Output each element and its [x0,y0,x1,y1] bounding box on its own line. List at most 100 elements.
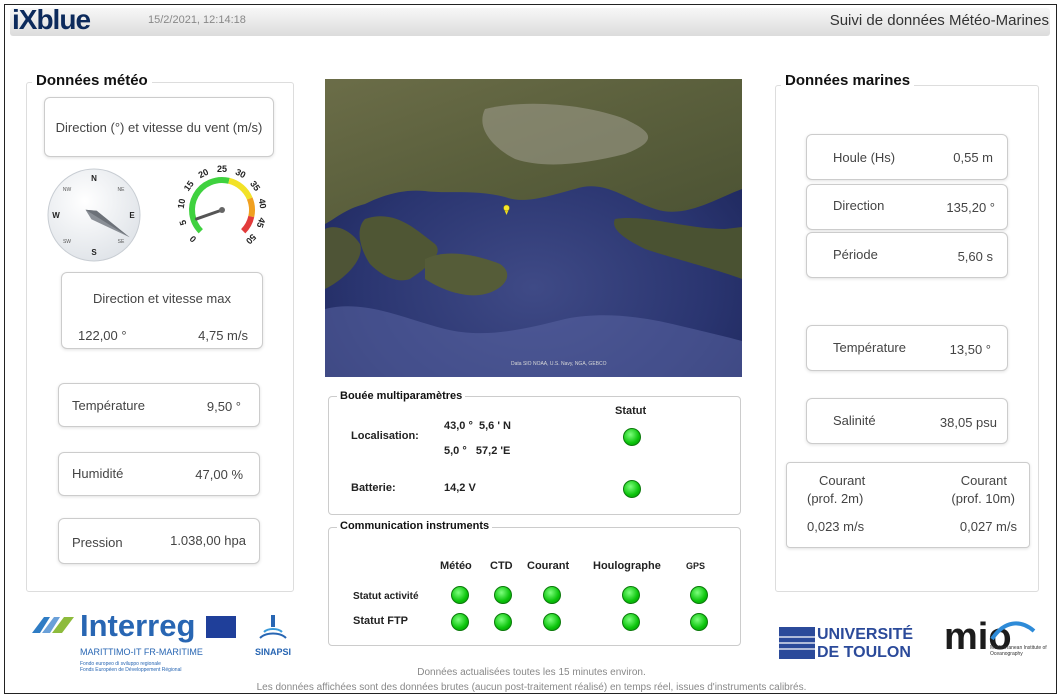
led-ftp-courant [543,613,561,631]
direction-box: Direction 135,20 ° [806,184,1008,230]
wind-label: Direction (°) et vitesse du vent (m/s) [55,120,263,135]
compass-w: W [52,211,60,220]
gauge-needle-line [195,208,224,221]
comm-col-ctd: CTD [490,560,513,572]
comm-col-courant: Courant [527,560,570,572]
wind-speed-gauge: 05 10 1520 25 3035 40 45 50 [176,164,268,246]
gauge-tick-5: 5 [177,219,188,227]
gauge-band-3 [240,215,255,234]
marine-title: Données marines [781,72,915,89]
gauge-band-1 [228,177,253,200]
gauge-band-0 [189,177,230,234]
courant-10m-label2: (prof. 10m) [951,491,1015,506]
datetime: 15/2/2021, 12:14:18 [148,14,246,26]
pressure-box: Pression 1.038,00 hpa [58,518,260,564]
univ-toulon-line1: UNIVERSITÉ [817,626,914,643]
compass-e: E [129,211,135,220]
compass-nw: NW [63,187,72,193]
buoy-latitude: 43,0 ° 5,6 ' N [444,420,511,432]
map-credit: Data SIO NOAA, U.S. Navy, NGA, GEBCO [511,361,607,367]
salinite-label: Salinité [833,413,876,428]
gauge-tick-30: 30 [234,167,247,180]
led-activite-gps [690,586,708,604]
temperature-value: 9,50 ° [206,399,241,414]
pressure-value: 1.038,00 hpa [170,533,246,548]
app-title: Suivi de données Météo-Marines [829,12,1049,29]
comm-panel [328,527,741,646]
wind-compass: N S E W NE NW SE SW [47,168,141,262]
eu-flag-icon [206,616,236,638]
comm-col-meteo: Météo [440,560,472,572]
marine-temp-value: 13,50 ° [949,342,991,357]
led-activite-houlographe [622,586,640,604]
temperature-box: Température 9,50 ° [58,383,260,427]
marine-temp-label: Température [833,340,906,355]
houle-box: Houle (Hs) 0,55 m [806,134,1008,180]
compass-s: S [91,248,97,257]
mio-wave-icon [990,621,1036,641]
mio-subtitle: Mediterranean Institute of Oceanography [990,645,1047,657]
gauge-tick-25: 25 [217,164,227,174]
wind-label-box: Direction (°) et vitesse du vent (m/s) [44,97,274,157]
compass-ne: NE [118,187,126,193]
courant-2m-label1: Courant [819,473,866,488]
meteo-title: Données météo [32,72,152,89]
max-box: Direction et vitesse max 122,00 ° 4,75 m… [61,272,263,349]
max-direction: 122,00 ° [78,328,127,343]
periode-value: 5,60 s [957,249,993,264]
gauge-tick-20: 20 [197,167,210,180]
compass-sw: SW [63,239,71,245]
led-activite-meteo [451,586,469,604]
max-label: Direction et vitesse max [93,291,231,306]
gauge-band-2 [246,197,255,218]
interreg-subtitle: MARITTIMO-IT FR-MARITIME [80,647,203,657]
compass-n: N [91,174,97,183]
footer-raw-data-note: Les données affichées sont des données b… [256,682,807,693]
buoy-title: Bouée multiparamètres [337,390,466,402]
comm-col-gps: GPS [686,561,706,571]
led-ftp-ctd [494,613,512,631]
gauge-tick-0: 0 [188,234,199,245]
periode-box: Période 5,60 s [806,232,1008,278]
buoy-longitude: 5,0 ° 57,2 'E [444,445,511,457]
gauge-tick-10: 10 [176,198,187,209]
courant-box: Courant (prof. 2m) 0,023 m/s Courant (pr… [786,462,1030,548]
buoy-location-status-led [623,428,641,446]
gauge-tick-35: 35 [248,179,262,193]
gauge-needle [195,207,225,221]
gauge-needle-hub [219,207,225,213]
periode-label: Période [833,247,878,262]
gauge-tick-45: 45 [255,216,268,229]
courant-10m-label1: Courant [960,473,1007,488]
comm-row-ftp: Statut FTP [353,615,408,627]
comm-title: Communication instruments [337,520,493,532]
led-activite-courant [543,586,561,604]
humidity-box: Humidité 47,00 % [58,452,260,496]
footer-update-note: Données actualisées toutes les 15 minute… [417,667,646,678]
sinapsi-logo: SINAPSI [255,647,292,657]
buoy-status-label: Statut [615,405,647,417]
gauge-tick-40: 40 [257,198,268,209]
comm-row-activite: Statut activité [353,591,419,602]
marine-temp-box: Température 13,50 ° [806,325,1008,371]
courant-2m-label2: (prof. 2m) [807,491,864,506]
pressure-label: Pression [72,535,123,550]
max-speed: 4,75 m/s [198,328,248,343]
salinite-value: 38,05 psu [939,415,997,430]
led-ftp-houlographe [622,613,640,631]
buoy-battery-label: Batterie: [351,482,396,494]
buoy-panel [328,396,741,515]
interreg-flag-logo [32,617,74,633]
satellite-map[interactable]: Data SIO NOAA, U.S. Navy, NGA, GEBCO [325,79,742,377]
led-ftp-gps [690,613,708,631]
humidity-value: 47,00 % [195,467,243,482]
buoy-battery-value: 14,2 V [444,482,476,494]
univ-toulon-line2: DE TOULON [817,644,911,661]
led-ftp-meteo [451,613,469,631]
buoy-location-label: Localisation: [351,430,419,442]
map-image [325,79,742,377]
courant-2m-value: 0,023 m/s [807,519,865,534]
humidity-label: Humidité [72,466,124,481]
courant-10m-value: 0,027 m/s [959,519,1017,534]
temperature-label: Température [72,398,145,413]
